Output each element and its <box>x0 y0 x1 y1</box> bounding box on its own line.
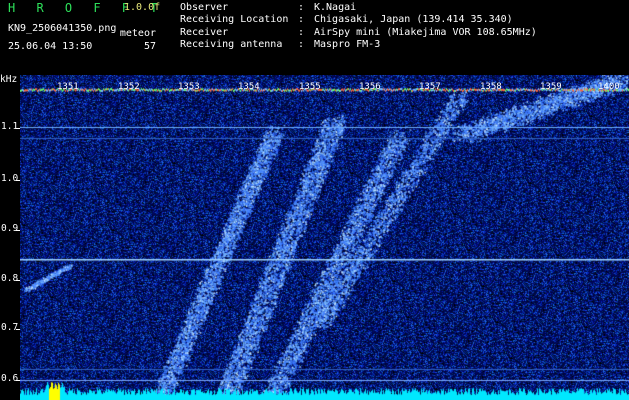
x-tick-label: 1352 <box>118 82 140 92</box>
y-tick-label: 1.0 <box>1 173 19 184</box>
meteor-count: 57 <box>143 41 156 52</box>
x-tick-label: 1400 <box>598 82 620 92</box>
y-tick-mark <box>16 128 20 129</box>
info-row-receiver: Receiver: AirSpy mini (Miakejima VOR 108.… <box>180 26 537 38</box>
info-row-antenna: Receiving antenna: Maspro FM-3 <box>180 39 381 51</box>
y-tick-label: 0.8 <box>1 273 19 284</box>
x-tick-label: 1351 <box>57 82 79 92</box>
y-tick-label: 0.6 <box>1 373 19 384</box>
meteor-counter: meteor 57 <box>116 27 156 53</box>
y-tick-mark <box>16 280 20 281</box>
image-filename: KN9_2506041350.png <box>8 23 117 34</box>
y-tick-mark <box>16 180 20 181</box>
y-tick-label: 1.1 <box>1 121 19 132</box>
y-tick-label: 0.7 <box>1 322 19 333</box>
x-tick-label: 1354 <box>238 82 260 92</box>
x-tick-label: 1358 <box>480 82 502 92</box>
y-tick-mark <box>16 380 20 381</box>
station-info: Observer: K.Nagai Receiving Location: Chig… <box>180 2 537 52</box>
meteor-radar-spectrogram-window: { "header": { "brand": "H R O F F T", "v… <box>0 0 629 400</box>
info-row-observer: Observer: K.Nagai <box>180 2 357 13</box>
x-tick-label: 1356 <box>359 82 381 92</box>
x-tick-label: 1357 <box>419 82 441 92</box>
x-tick-label: 1359 <box>540 82 562 92</box>
y-axis-unit: kHz <box>0 74 18 85</box>
x-tick-label: 1353 <box>178 82 200 92</box>
y-tick-mark <box>16 230 20 231</box>
app-version: 1.0.0f <box>124 2 161 13</box>
meteor-label: meteor <box>119 28 156 39</box>
header-panel: H R O F F T 1.0.0f KN9_2506041350.png 25… <box>0 0 629 75</box>
spectrogram-canvas <box>20 75 629 400</box>
y-tick-mark <box>16 329 20 330</box>
timestamp: 25.06.04 13:50 <box>8 41 93 52</box>
x-tick-label: 1355 <box>299 82 321 92</box>
y-tick-label: 0.9 <box>1 223 19 234</box>
info-row-location: Receiving Location: Chigasaki, Japan (139… <box>180 14 513 26</box>
